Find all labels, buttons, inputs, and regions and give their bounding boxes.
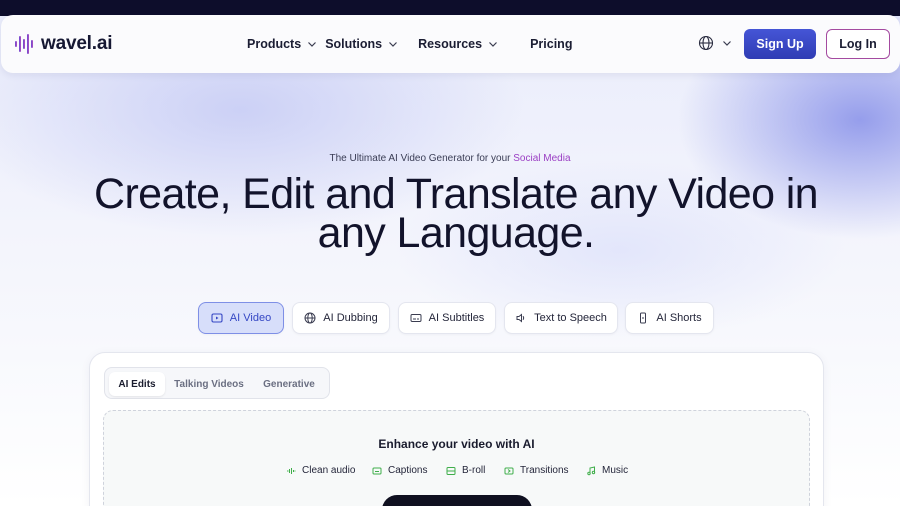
nav-products-label: Products [247, 37, 302, 51]
tab-ai-video-label: AI Video [229, 312, 272, 324]
language-selector[interactable] [698, 35, 732, 51]
captions-icon [372, 467, 382, 474]
feature-clean-audio: Clean audio [286, 465, 355, 476]
brand-logo[interactable]: wavel.ai [14, 33, 112, 55]
transitions-icon [504, 467, 514, 474]
page: wavel.ai Products Solutions Resources Pr… [0, 0, 900, 506]
tab-ai-subtitles[interactable]: AI Subtitles [398, 302, 496, 334]
nav-solutions[interactable]: Solutions [325, 37, 398, 51]
tab-ai-dubbing[interactable]: AI Dubbing [292, 302, 390, 334]
nav-resources[interactable]: Resources [418, 37, 498, 51]
film-icon [446, 466, 456, 475]
log-in-button[interactable]: Log In [826, 29, 890, 59]
main-menu: Products Solutions Resources Pricing [247, 35, 572, 53]
subtitles-icon [410, 314, 422, 322]
upload-button[interactable] [382, 495, 532, 506]
waveform-logo-icon [15, 34, 33, 54]
chevron-down-icon [723, 41, 731, 46]
hero-tagline: The Ultimate AI Video Generator for your… [0, 153, 900, 164]
top-navigation-bar: wavel.ai Products Solutions Resources Pr… [1, 15, 900, 73]
video-dropzone[interactable]: Enhance your video with AI Clean audio C… [103, 410, 810, 506]
tab-ai-subtitles-label: AI Subtitles [428, 312, 485, 324]
tab-text-to-speech-label: Text to Speech [534, 312, 607, 324]
music-note-icon [587, 465, 596, 475]
editor-subtabs: AI Edits Talking Videos Generative [104, 367, 330, 399]
subtab-generative[interactable]: Generative [255, 372, 323, 396]
globe-icon [698, 35, 714, 51]
brand-name: wavel.ai [41, 33, 113, 54]
dropzone-title: Enhance your video with AI [378, 437, 535, 451]
chevron-down-icon [308, 42, 317, 47]
tab-ai-video[interactable]: AI Video [198, 302, 284, 334]
feature-captions: Captions [372, 465, 427, 476]
hero-title: Create, Edit and Translate any Video in … [40, 173, 872, 255]
sign-up-button[interactable]: Sign Up [744, 29, 816, 59]
nav-pricing-label: Pricing [530, 37, 573, 51]
tagline-accent: Social Media [513, 153, 571, 164]
tab-ai-dubbing-label: AI Dubbing [323, 312, 378, 324]
feature-clean-audio-label: Clean audio [302, 465, 356, 476]
tab-text-to-speech[interactable]: Text to Speech [504, 302, 618, 334]
globe-icon [304, 312, 316, 324]
feature-music-label: Music [602, 465, 629, 476]
chevron-down-icon [389, 42, 398, 47]
feature-music: Music [586, 465, 628, 476]
feature-transitions: Transitions [504, 465, 569, 476]
editor-card: AI Edits Talking Videos Generative Enhan… [89, 352, 824, 506]
tagline-text: The Ultimate AI Video Generator for your [329, 153, 511, 164]
feature-b-roll-label: B-roll [462, 465, 486, 476]
product-tabs: AI Video AI Dubbing AI Subtitles Text to… [0, 302, 900, 334]
feature-captions-label: Captions [388, 465, 428, 476]
tab-ai-shorts[interactable]: AI Shorts [625, 302, 714, 334]
waveform-icon [287, 467, 296, 474]
hero-title-line2: any Language. [317, 209, 595, 257]
nav-pricing[interactable]: Pricing [530, 37, 572, 51]
chevron-down-icon [489, 42, 498, 47]
feature-b-roll: B-roll [446, 465, 485, 476]
play-box-icon [211, 313, 223, 323]
phone-icon [640, 312, 647, 324]
speaker-icon [516, 313, 525, 323]
tab-ai-shorts-label: AI Shorts [656, 312, 702, 324]
subtab-ai-edits[interactable]: AI Edits [109, 372, 165, 396]
feature-transitions-label: Transitions [520, 465, 569, 476]
nav-solutions-label: Solutions [325, 37, 383, 51]
nav-products[interactable]: Products [247, 37, 317, 51]
subtab-talking-videos[interactable]: Talking Videos [171, 372, 247, 396]
nav-resources-label: Resources [418, 37, 483, 51]
